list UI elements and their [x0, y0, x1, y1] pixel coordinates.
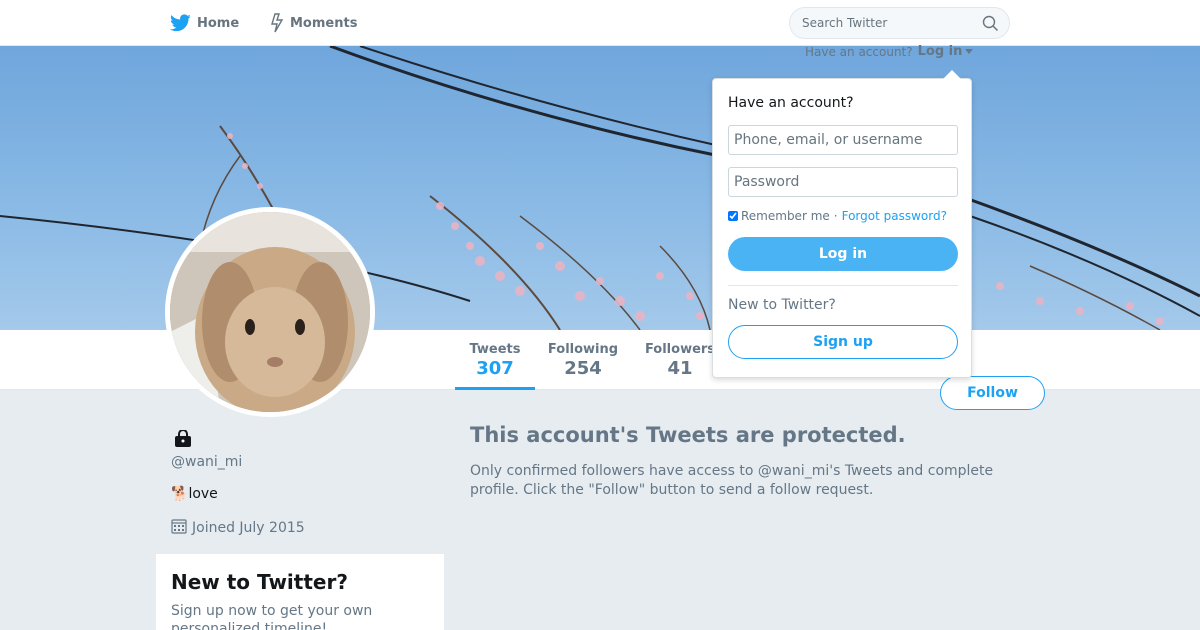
login-button[interactable]: Log in — [728, 237, 958, 271]
follow-button[interactable]: Follow — [940, 376, 1045, 410]
caret-down-icon — [965, 49, 974, 54]
protected-body: Only confirmed followers have access to … — [470, 463, 994, 498]
login-dropdown-toggle[interactable]: Log in — [918, 44, 974, 59]
search-icon[interactable] — [982, 15, 999, 36]
profile-bio: 🐕 love — [171, 486, 218, 502]
joined-text: Joined July 2015 — [192, 520, 305, 536]
remember-me-label[interactable]: Remember me — [741, 209, 830, 223]
have-account-prompt: Have an account? Log in — [805, 44, 974, 59]
nav-home[interactable]: Home — [170, 0, 239, 46]
stat-value: 41 — [667, 358, 693, 379]
avatar[interactable] — [165, 207, 375, 417]
login-link-label: Log in — [917, 44, 963, 59]
password-field[interactable] — [728, 167, 958, 197]
nav-moments-label: Moments — [290, 15, 358, 31]
moments-bolt-icon — [270, 13, 284, 33]
twitter-bird-icon — [170, 14, 191, 32]
lock-icon — [173, 429, 193, 452]
remember-me-checkbox[interactable] — [728, 211, 738, 221]
top-navigation-bar: Home Moments — [0, 0, 1200, 46]
stat-label: Tweets — [469, 342, 521, 357]
stat-following[interactable]: Following 254 — [547, 342, 619, 379]
bio-emoji: 🐕 — [171, 486, 189, 502]
signup-card: New to Twitter? Sign up now to get your … — [156, 554, 444, 630]
forgot-password-link[interactable]: Forgot password? — [842, 209, 947, 223]
calendar-icon — [171, 518, 187, 538]
signup-card-title: New to Twitter? — [171, 570, 348, 594]
search-input[interactable] — [790, 8, 970, 38]
stat-followers[interactable]: Followers 41 — [644, 342, 716, 379]
bio-text: love — [188, 486, 218, 502]
stat-value: 307 — [476, 358, 514, 379]
nav-home-label: Home — [197, 15, 240, 31]
avatar-image — [170, 212, 370, 412]
signup-card-text: Sign up now to get your own personalized… — [171, 603, 373, 630]
profile-handle[interactable]: @wani_mi — [171, 454, 242, 470]
new-to-twitter-text: New to Twitter? — [728, 297, 836, 313]
username-field[interactable] — [728, 125, 958, 155]
stat-tweets[interactable]: Tweets 307 — [455, 342, 535, 390]
nav-moments[interactable]: Moments — [270, 0, 357, 46]
stat-label: Followers — [644, 342, 716, 357]
login-dropdown-title: Have an account? — [728, 95, 854, 111]
divider — [728, 285, 958, 286]
stat-value: 254 — [564, 358, 602, 379]
have-account-text: Have an account? — [805, 44, 913, 59]
remember-row: Remember me · Forgot password? — [728, 209, 947, 223]
stat-label: Following — [547, 342, 619, 357]
login-dropdown: Have an account? Remember me · Forgot pa… — [712, 70, 972, 378]
profile-joined: Joined July 2015 — [171, 518, 305, 538]
signup-button[interactable]: Sign up — [728, 325, 958, 359]
search-box — [789, 7, 1010, 39]
protected-title: This account's Tweets are protected. — [470, 423, 906, 447]
separator-dot: · — [833, 209, 838, 223]
